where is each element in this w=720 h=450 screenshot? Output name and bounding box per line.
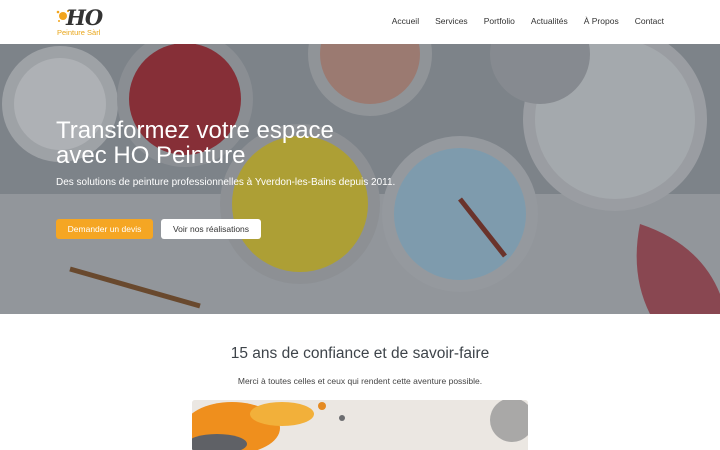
hero-content: Transformez votre espace avec HO Peintur… bbox=[56, 118, 396, 190]
hero-subtitle: Des solutions de peinture professionnell… bbox=[56, 177, 396, 188]
view-portfolio-button[interactable]: Voir nos réalisations bbox=[161, 219, 261, 239]
logo[interactable]: HO Peinture Sàrl bbox=[56, 5, 118, 39]
hero-title-line-1: Transformez votre espace bbox=[56, 117, 334, 144]
logo-text: HO bbox=[66, 5, 103, 30]
nav-item-services[interactable]: Services bbox=[435, 16, 468, 26]
site-header: HO Peinture Sàrl Accueil Services Portfo… bbox=[0, 0, 720, 44]
nav-item-contact[interactable]: Contact bbox=[635, 16, 664, 26]
intro-image bbox=[192, 400, 528, 450]
paint-splash-image bbox=[192, 400, 528, 450]
hero-title: Transformez votre espace avec HO Peintur… bbox=[56, 118, 396, 168]
nav-item-a-propos[interactable]: À Propos bbox=[584, 16, 619, 26]
hero-title-line-2: avec HO Peinture bbox=[56, 142, 246, 169]
nav-item-actualites[interactable]: Actualités bbox=[531, 16, 568, 26]
nav-item-accueil[interactable]: Accueil bbox=[392, 16, 419, 26]
hero-buttons: Demander un devis Voir nos réalisations bbox=[56, 219, 261, 239]
hero-section: Transformez votre espace avec HO Peintur… bbox=[0, 44, 720, 314]
main-nav: Accueil Services Portfolio Actualités À … bbox=[392, 16, 664, 26]
intro-text: Merci à toutes celles et ceux qui renden… bbox=[237, 376, 483, 386]
intro-title: 15 ans de confiance et de savoir-faire bbox=[230, 345, 490, 362]
request-quote-button[interactable]: Demander un devis bbox=[56, 219, 153, 239]
nav-item-portfolio[interactable]: Portfolio bbox=[484, 16, 515, 26]
logo-subtext: Peinture Sàrl bbox=[57, 28, 101, 37]
